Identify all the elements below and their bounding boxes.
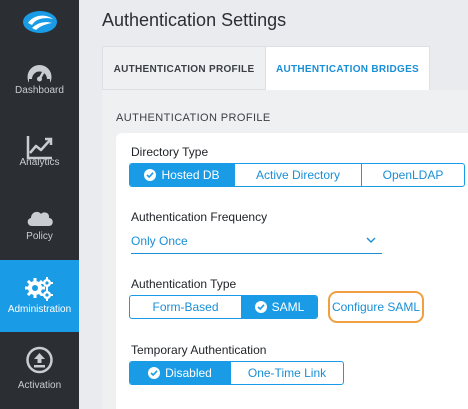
sidebar-item-dashboard[interactable]: Dashboard [0, 58, 79, 130]
auth-type-label: Authentication Type [131, 277, 237, 291]
sidebar-item-activation[interactable]: Activation [0, 346, 79, 409]
cloud-icon [27, 211, 53, 226]
page-title: Authentication Settings [102, 10, 287, 30]
section-title: AUTHENTICATION PROFILE [116, 112, 271, 124]
auth-type-form-based-option[interactable]: Form-Based [130, 296, 242, 318]
directory-type-openldap-option[interactable]: OpenLDAP [362, 164, 464, 186]
option-label: SAML [271, 300, 305, 314]
sidebar-label-administration: Administration [7, 304, 72, 315]
upload-icon [26, 346, 53, 374]
auth-type-saml-option[interactable]: SAML [242, 296, 317, 318]
sidebar-item-administration[interactable]: Administration [0, 260, 79, 332]
option-label: Disabled [165, 366, 212, 380]
sidebar-label-activation: Activation [17, 380, 62, 391]
temp-auth-disabled-option[interactable]: Disabled [130, 362, 231, 384]
sidebar-item-analytics[interactable]: Analytics [0, 132, 79, 204]
option-label: Form-Based [152, 300, 219, 314]
temp-auth-selector: Disabled One-Time Link [129, 361, 344, 385]
temp-auth-one-time-link-option[interactable]: One-Time Link [231, 362, 343, 384]
tab-authentication-bridges[interactable]: AUTHENTICATION BRIDGES [265, 46, 430, 90]
option-label: Active Directory [255, 168, 341, 182]
directory-type-label: Directory Type [131, 145, 209, 159]
check-circle-icon [254, 301, 267, 313]
tab-bar: AUTHENTICATION PROFILE AUTHENTICATION BR… [102, 46, 468, 90]
auth-type-selector: Form-Based SAML [129, 295, 318, 319]
auth-frequency-label: Authentication Frequency [131, 210, 268, 224]
directory-type-active-directory-option[interactable]: Active Directory [235, 164, 362, 186]
sidebar-label-dashboard: Dashboard [15, 85, 64, 96]
temp-auth-label: Temporary Authentication [131, 343, 267, 357]
sidebar-label-policy: Policy [26, 231, 53, 242]
directory-type-hosted-db-option[interactable]: Hosted DB [130, 164, 235, 186]
check-circle-icon [144, 169, 157, 181]
option-label: Hosted DB [161, 168, 220, 182]
tab-authentication-profile[interactable]: AUTHENTICATION PROFILE [102, 46, 265, 90]
auth-frequency-value: Only Once [131, 234, 188, 248]
option-label: OpenLDAP [382, 168, 444, 182]
sidebar-label-analytics: Analytics [19, 157, 60, 168]
auth-frequency-dropdown[interactable]: Only Once [131, 230, 382, 254]
gears-icon [25, 277, 53, 301]
directory-type-selector: Hosted DB Active Directory OpenLDAP [129, 163, 465, 187]
configure-saml-link[interactable]: Configure SAML [328, 291, 424, 323]
sidebar: Dashboard Analytics Policy Administratio… [0, 0, 79, 409]
chevron-down-icon [366, 237, 376, 243]
option-label: One-Time Link [247, 366, 327, 380]
app-logo-icon[interactable] [20, 8, 60, 36]
check-circle-icon [148, 367, 161, 379]
